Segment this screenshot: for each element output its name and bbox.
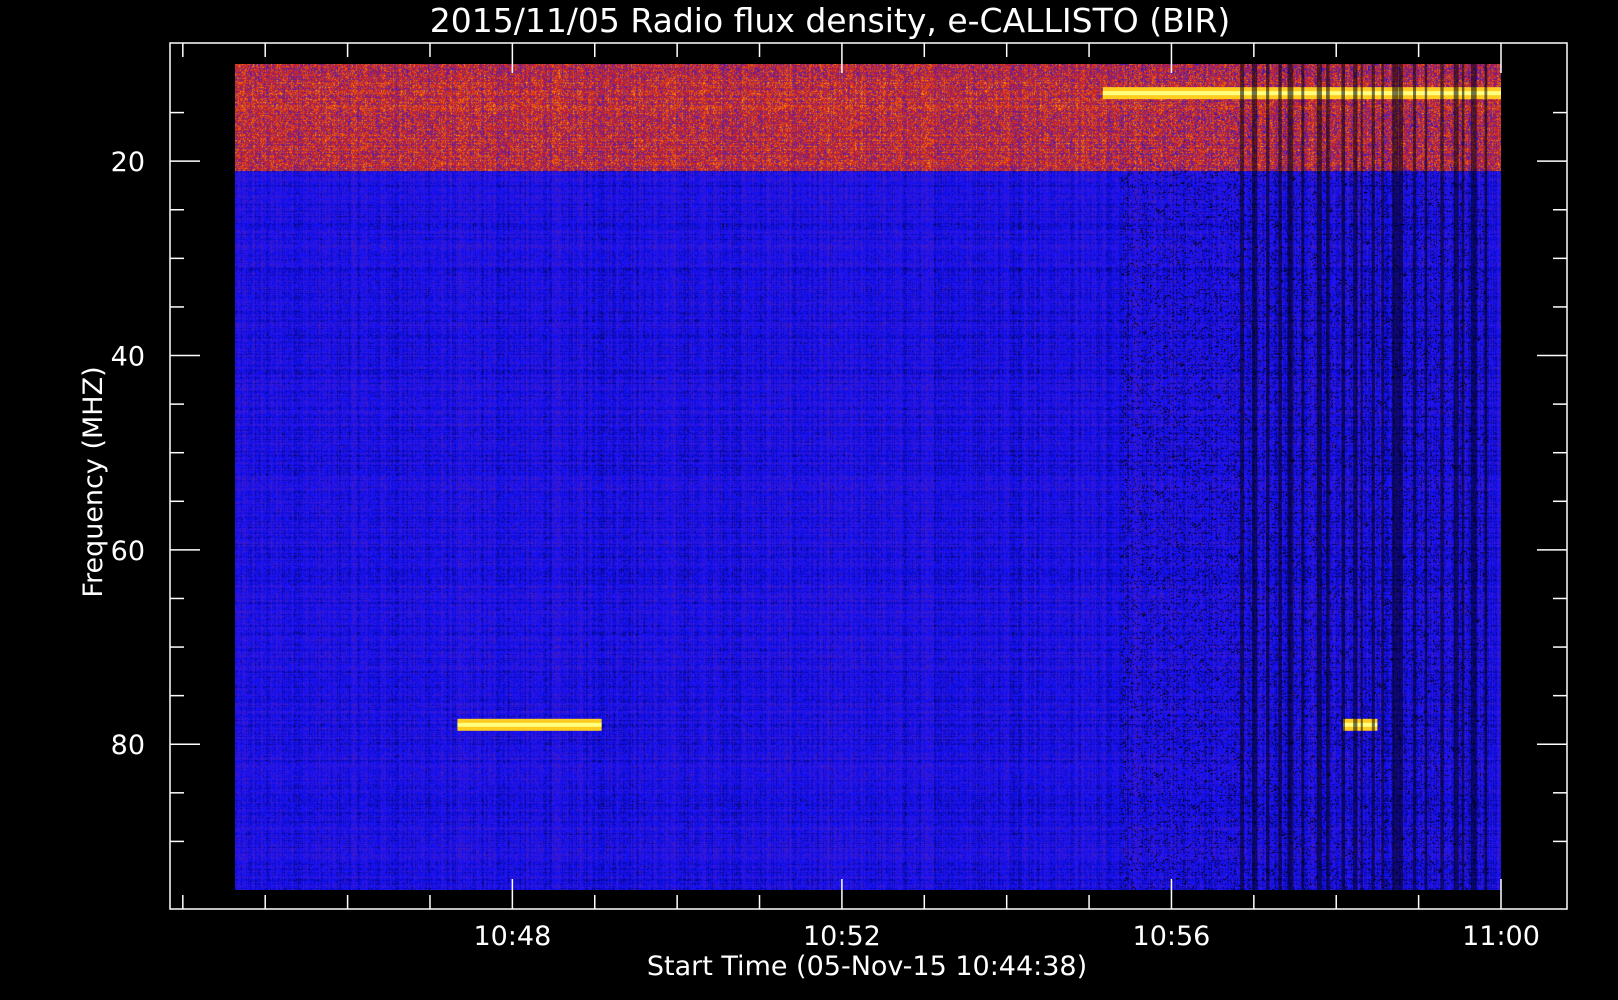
dark-stripe <box>1371 64 1375 890</box>
spectrogram-chart: 2015/11/05 Radio flux density, e-CALLIST… <box>0 0 1618 1000</box>
dark-stripe <box>1287 64 1294 890</box>
dark-stripe <box>1484 64 1488 890</box>
heatmap-area <box>235 64 1501 890</box>
dark-stripe <box>1266 64 1270 890</box>
dark-stripe <box>1301 64 1305 890</box>
dark-stripe <box>1471 64 1477 890</box>
dark-stripe <box>1326 64 1330 890</box>
dark-stripe <box>1278 64 1282 890</box>
y-tick-label: 80 <box>111 730 145 761</box>
dark-stripe <box>1341 64 1345 890</box>
dark-stripe <box>1398 64 1404 890</box>
dark-stripe <box>1240 64 1245 890</box>
y-tick-label: 40 <box>111 342 145 373</box>
x-tick-label: 10:52 <box>803 921 881 952</box>
dark-stripe <box>1392 64 1399 890</box>
dark-stripe <box>1461 64 1465 890</box>
chart-title: 2015/11/05 Radio flux density, e-CALLIST… <box>430 1 1231 40</box>
x-tick-label: 11:00 <box>1462 921 1540 952</box>
dark-stripe <box>1413 64 1417 890</box>
dark-stripe <box>1453 64 1459 890</box>
dark-stripe <box>1440 64 1444 890</box>
y-tick-label: 60 <box>111 536 145 567</box>
dark-stripe <box>1251 64 1258 890</box>
heatmap-image <box>235 64 1501 890</box>
dark-stripe <box>1316 64 1322 890</box>
x-axis-label: Start Time (05-Nov-15 10:44:38) <box>647 951 1087 982</box>
x-tick-label: 10:56 <box>1133 921 1211 952</box>
dark-stripe <box>1353 64 1358 890</box>
dark-stripe <box>1424 64 1428 890</box>
y-axis-label: Frequency (MHZ) <box>78 366 109 597</box>
dark-stripe <box>1360 64 1363 890</box>
y-tick-label: 20 <box>111 147 145 178</box>
feature-core-1 <box>457 722 602 727</box>
x-tick-label: 10:48 <box>473 921 551 952</box>
dark-stripe <box>1381 64 1384 890</box>
